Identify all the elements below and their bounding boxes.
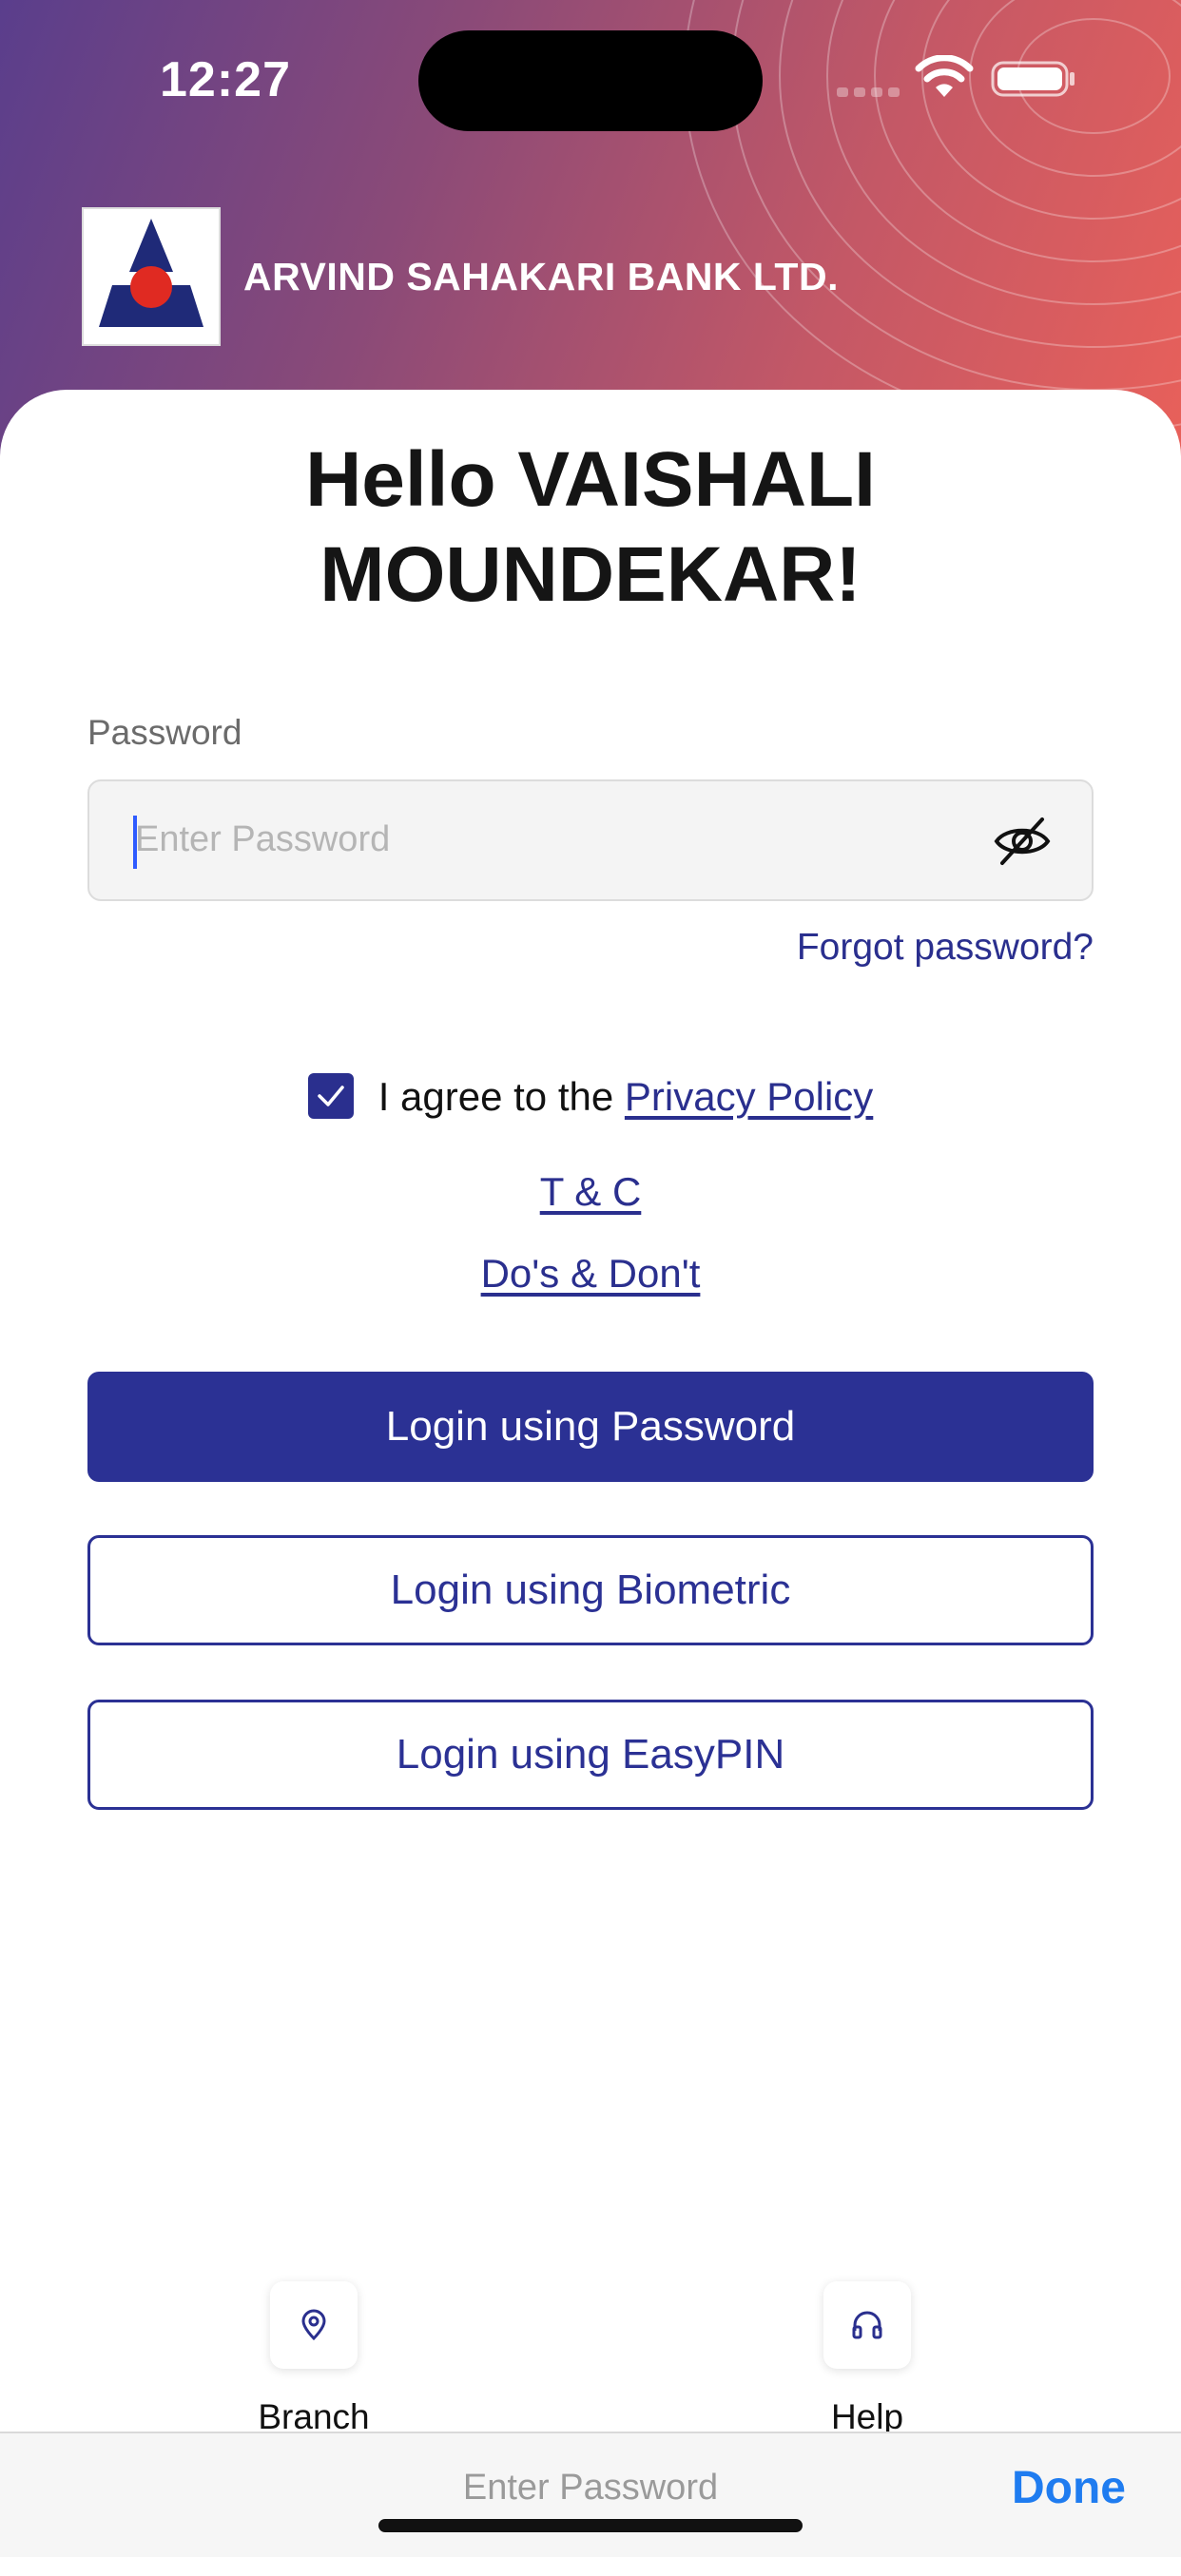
- home-indicator[interactable]: [378, 2519, 803, 2532]
- agree-text: I agree to the: [378, 1074, 625, 1119]
- privacy-policy-link[interactable]: Privacy Policy: [625, 1074, 873, 1119]
- help-nav-item[interactable]: Help: [772, 2281, 962, 2437]
- forgot-password-link[interactable]: Forgot password?: [797, 927, 1094, 969]
- checkmark-icon: [317, 1086, 344, 1106]
- password-label: Password: [87, 713, 242, 752]
- keyboard-accessory-bar: Enter Password Done: [0, 2432, 1181, 2557]
- greeting-line-1: Hello VAISHALI: [305, 436, 876, 523]
- greeting-line-2: MOUNDEKAR!: [319, 531, 862, 618]
- branch-nav-item[interactable]: Branch: [219, 2281, 409, 2437]
- keyboard-field-placeholder: Enter Password: [462, 2468, 719, 2508]
- password-placeholder: Enter Password: [135, 819, 391, 859]
- dos-row: Do's & Don't: [0, 1251, 1181, 1297]
- greeting-title: Hello VAISHALI MOUNDEKAR!: [0, 433, 1181, 623]
- dos-donts-link[interactable]: Do's & Don't: [481, 1251, 701, 1296]
- eye-off-icon[interactable]: [991, 810, 1054, 873]
- terms-link[interactable]: T & C: [540, 1169, 642, 1214]
- dynamic-island: [418, 30, 763, 131]
- headphones-icon: [823, 2281, 911, 2369]
- status-time: 12:27: [160, 52, 291, 107]
- cellular-signal-icon: [837, 87, 900, 97]
- tc-row: T & C: [0, 1169, 1181, 1215]
- login-biometric-button[interactable]: Login using Biometric: [87, 1535, 1094, 1645]
- login-easypin-button[interactable]: Login using EasyPIN: [87, 1700, 1094, 1810]
- bank-name: ARVIND SAHAKARI BANK LTD.: [243, 254, 839, 298]
- agree-checkbox[interactable]: [307, 1072, 354, 1119]
- status-bar: 12:27: [0, 0, 1181, 162]
- password-input[interactable]: Enter Password: [87, 779, 1094, 901]
- login-password-button[interactable]: Login using Password: [87, 1372, 1094, 1482]
- wifi-icon: [915, 55, 974, 97]
- agreement-row: I agree to the Privacy Policy: [0, 1072, 1181, 1123]
- bank-header: ARVIND SAHAKARI BANK LTD.: [82, 207, 839, 346]
- battery-icon: [991, 61, 1075, 97]
- done-button[interactable]: Done: [1012, 2462, 1126, 2514]
- bank-logo: [82, 207, 221, 346]
- location-pin-icon: [270, 2281, 358, 2369]
